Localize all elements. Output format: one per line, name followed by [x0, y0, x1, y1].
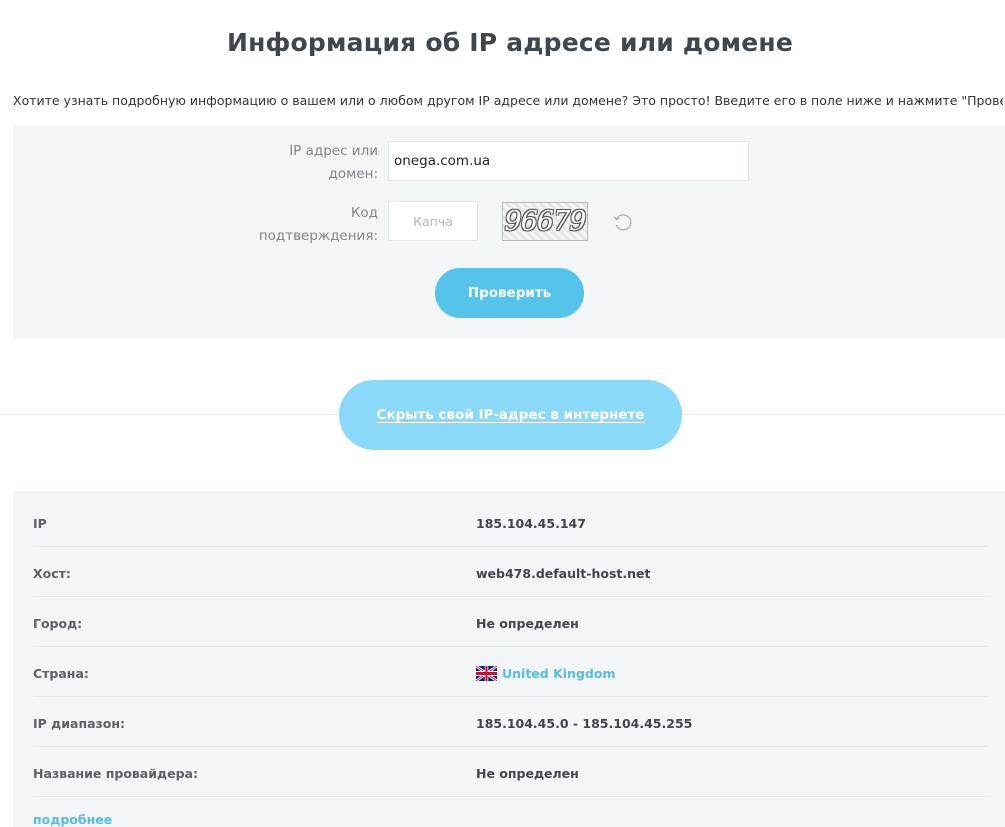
- check-form: IP адрес или домен: Код подтверждения: 9…: [13, 126, 1005, 338]
- page: Информация об IP адресе или домене Хотит…: [0, 0, 1005, 827]
- result-value: 185.104.45.0 - 185.104.45.255: [476, 716, 693, 731]
- check-button[interactable]: Проверить: [435, 268, 584, 318]
- more-details-link[interactable]: подробнее: [33, 812, 112, 827]
- result-row-country: Страна: United Kingdom: [33, 647, 987, 697]
- country-link[interactable]: United Kingdom: [502, 666, 615, 681]
- result-value: Не определен: [476, 766, 579, 781]
- result-label: Город:: [33, 616, 83, 631]
- result-row-ip: IP 185.104.45.147: [33, 497, 987, 547]
- code-label-line1: Код: [350, 205, 378, 221]
- result-row-provider: Название провайдера: Не определен: [33, 747, 987, 797]
- result-label: IP: [33, 516, 47, 531]
- ip-label-line1: IP адрес или: [289, 143, 378, 159]
- code-label-line2: подтверждения:: [258, 228, 378, 244]
- ip-domain-input[interactable]: [388, 141, 749, 181]
- captcha-image: 96679: [502, 202, 588, 241]
- hide-ip-button[interactable]: Скрыть свой IP-адрес в интернете: [339, 380, 682, 450]
- results-table: IP 185.104.45.147 Хост: web478.default-h…: [13, 491, 1005, 827]
- intro-text: Хотите узнать подробную информацию о ваш…: [13, 93, 1003, 108]
- refresh-icon[interactable]: [611, 210, 635, 234]
- ip-label-line2: домен:: [328, 166, 378, 182]
- result-label: IP диапазон:: [33, 716, 126, 731]
- result-value: web478.default-host.net: [476, 566, 651, 581]
- captcha-input[interactable]: [388, 201, 478, 241]
- result-row-host: Хост: web478.default-host.net: [33, 547, 987, 597]
- ip-field-label: IP адрес или домен:: [238, 140, 378, 186]
- result-label: Хост:: [33, 566, 71, 581]
- result-value: 185.104.45.147: [476, 516, 586, 531]
- result-row-city: Город: Не определен: [33, 597, 987, 647]
- page-title: Информация об IP адресе или домене: [226, 28, 794, 57]
- hide-ip-link[interactable]: Скрыть свой IP-адрес в интернете: [377, 407, 645, 423]
- result-label: Название провайдера:: [33, 766, 198, 781]
- result-value-country: United Kingdom: [476, 666, 615, 681]
- result-row-ip-range: IP диапазон: 185.104.45.0 - 185.104.45.2…: [33, 697, 987, 747]
- result-label: Страна:: [33, 666, 89, 681]
- captcha-field-label: Код подтверждения:: [238, 202, 378, 248]
- result-value: Не определен: [476, 616, 579, 631]
- uk-flag-icon: [476, 666, 497, 681]
